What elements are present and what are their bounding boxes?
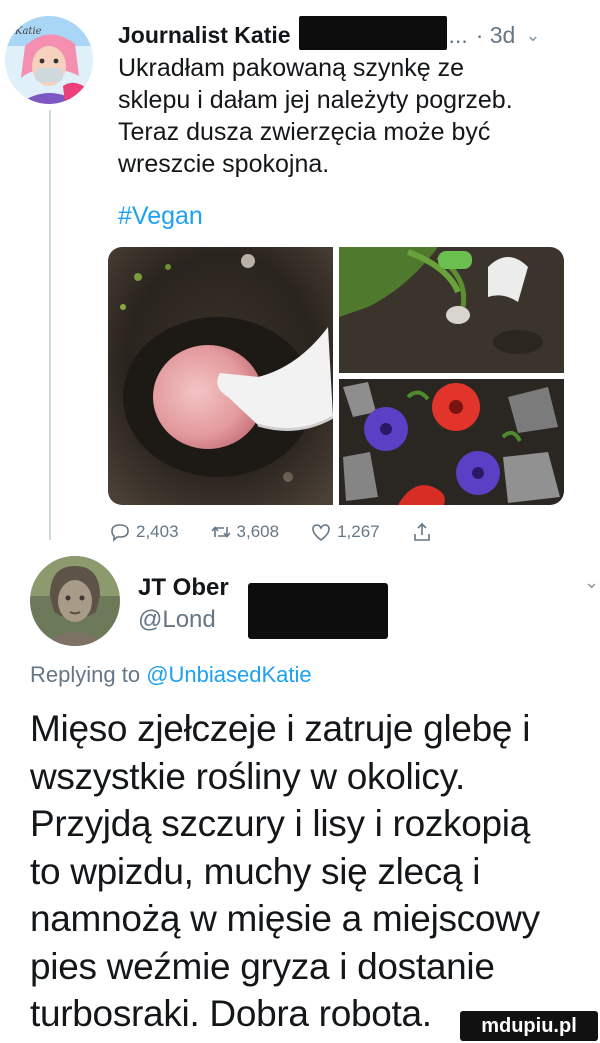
share-icon xyxy=(413,522,430,541)
reply-icon xyxy=(111,524,129,542)
retweet-count: 3,608 xyxy=(236,522,280,541)
statue-avatar-icon xyxy=(30,556,120,646)
original-tweet: Katie Journalist Katie ... · 3d ⌄ Ukradł… xyxy=(0,0,600,545)
reply-author-name[interactable]: JT Ober xyxy=(138,574,229,602)
handle-ellipsis: ... xyxy=(448,21,468,48)
redaction-bar xyxy=(248,583,388,639)
tweet-timestamp[interactable]: · 3d xyxy=(476,22,516,49)
tweet-photos xyxy=(108,247,564,505)
reply-text-line: Mięso zjełczeje i zatruje glebę i xyxy=(30,708,531,749)
tweet-text-line: sklepu i dałam jej należyty pogrzeb. xyxy=(118,86,513,114)
reply-text: Mięso zjełczeje i zatruje glebę i wszyst… xyxy=(30,705,596,1038)
like-button[interactable]: 1,267 xyxy=(309,520,380,544)
retweet-button[interactable]: 3,608 xyxy=(209,520,280,544)
reply-text-line: namnożą w mięsie a miejscowy xyxy=(30,898,540,939)
reply-text-line: wszystkie rośliny w okolicy. xyxy=(30,755,466,797)
reply-text-line: pies weźmie gryza i dostanie xyxy=(30,945,495,987)
reply-count: 2,403 xyxy=(136,522,179,541)
reply-author-avatar[interactable] xyxy=(30,556,120,646)
tweet-media-grid[interactable] xyxy=(108,247,564,505)
replying-to-line: Replying to @UnbiasedKatie xyxy=(30,662,312,688)
tweet-header: Journalist Katie ... · 3d ⌄ xyxy=(118,16,598,52)
tweet-text: Ukradłam pakowaną szynkę ze sklepu i dał… xyxy=(118,52,578,180)
avatar-illustration-icon: Katie xyxy=(5,16,93,104)
tweet-text-line: Teraz dusza zwierzęcia może być xyxy=(118,118,491,146)
reply-author-handle[interactable]: @Lond xyxy=(138,606,216,634)
tweet-text-line: Ukradłam pakowaną szynkę ze xyxy=(118,54,464,82)
author-name[interactable]: Journalist Katie xyxy=(118,22,291,49)
site-watermark: mdupiu.pl xyxy=(460,1011,598,1041)
reply-button[interactable]: 2,403 xyxy=(108,520,179,544)
chevron-down-icon[interactable]: ⌄ xyxy=(525,25,540,46)
like-count: 1,267 xyxy=(337,522,380,541)
author-avatar[interactable]: Katie xyxy=(5,16,93,104)
svg-text:Katie: Katie xyxy=(14,26,42,37)
share-button[interactable] xyxy=(410,520,438,544)
retweet-icon xyxy=(210,526,231,538)
photo-covered-grave[interactable] xyxy=(339,247,564,373)
thread-line xyxy=(49,110,51,540)
photo-flowers[interactable] xyxy=(339,379,564,505)
tweet-actions-bar: 2,403 3,608 1,267 xyxy=(108,518,568,546)
redaction-bar xyxy=(298,16,447,50)
reply-text-line: Przyjdą szczury i lisy i rozkopią xyxy=(30,803,531,844)
like-icon xyxy=(312,524,330,542)
tweet-text-line: wreszcie spokojna. xyxy=(118,150,330,178)
photo-ham-burial[interactable] xyxy=(108,247,334,505)
replying-to-label: Replying to xyxy=(30,662,141,687)
replying-to-mention-link[interactable]: @UnbiasedKatie xyxy=(146,662,311,687)
chevron-down-icon[interactable]: ⌄ xyxy=(584,572,599,593)
reply-text-line: to wpizdu, muchy się zlecą i xyxy=(30,850,481,892)
hashtag-link[interactable]: #Vegan xyxy=(118,202,203,231)
